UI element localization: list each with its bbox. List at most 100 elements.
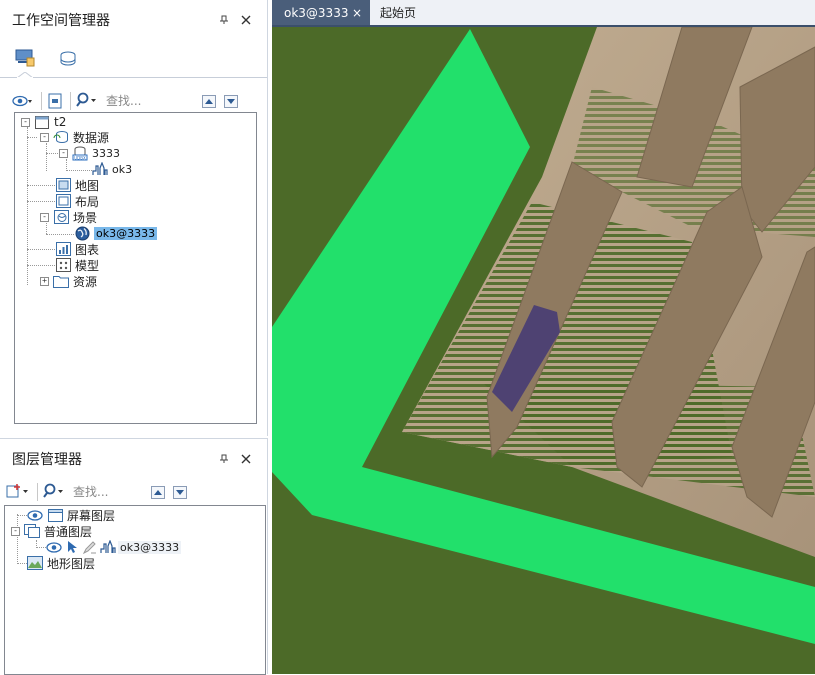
tree-node-label: 地形图层 bbox=[47, 556, 96, 571]
visible-eye-icon[interactable] bbox=[27, 507, 43, 523]
toolbar-separator bbox=[70, 92, 71, 110]
collapse-toggle[interactable]: - bbox=[40, 132, 49, 142]
workspace-panel-header: 工作空间管理器 bbox=[0, 0, 267, 40]
layouts-icon bbox=[55, 193, 71, 209]
search-previous-button[interactable] bbox=[151, 485, 165, 499]
toolbar-separator bbox=[37, 483, 38, 501]
tree-line bbox=[27, 185, 55, 186]
selectable-icon[interactable] bbox=[64, 539, 80, 555]
tree-node-datasources[interactable]: - 数据源 bbox=[40, 129, 109, 145]
tree-node-layouts[interactable]: 布局 bbox=[55, 193, 99, 209]
layer-manager-panel: 图层管理器 屏幕图层 bbox=[0, 438, 268, 675]
tree-node-label: 资源 bbox=[73, 274, 98, 289]
tree-node-dataset-ok3[interactable]: ok3 bbox=[92, 161, 132, 177]
layer-tree: 屏幕图层 - 普通图层 ok3@3333 地形图层 bbox=[4, 505, 266, 675]
search-next-button[interactable] bbox=[173, 485, 187, 499]
triangle-down-icon bbox=[176, 489, 184, 495]
tree-node-models[interactable]: 模型 bbox=[55, 257, 99, 273]
tree-line bbox=[46, 143, 47, 171]
search-icon bbox=[76, 92, 98, 111]
editable-icon[interactable] bbox=[82, 539, 98, 555]
search-dropdown-button[interactable] bbox=[43, 482, 65, 502]
layer-node-ok3[interactable]: ok3@3333 bbox=[46, 539, 182, 555]
search-next-button[interactable] bbox=[224, 94, 238, 108]
layer-search-input[interactable] bbox=[73, 482, 151, 502]
tree-node-resources[interactable]: + 资源 bbox=[40, 273, 97, 289]
screen-layer-icon bbox=[47, 507, 63, 523]
maps-icon bbox=[55, 177, 71, 193]
tree-node-label: 布局 bbox=[75, 194, 100, 209]
close-icon[interactable] bbox=[237, 11, 255, 29]
toolbar-separator bbox=[41, 92, 42, 110]
tree-node-label: 图表 bbox=[75, 242, 100, 257]
tree-node-datasource-3333[interactable]: - UDBX 3333 bbox=[59, 145, 120, 161]
workspace-icon bbox=[34, 114, 50, 130]
tree-line bbox=[27, 137, 37, 138]
triangle-down-icon bbox=[227, 98, 235, 104]
pin-icon[interactable] bbox=[215, 450, 233, 468]
tab-scene-ok3[interactable]: ok3@3333 × bbox=[272, 0, 370, 25]
tree-line bbox=[27, 201, 55, 202]
tree-node-label: 屏幕图层 bbox=[67, 508, 116, 523]
search-previous-button[interactable] bbox=[202, 94, 216, 108]
tab-start-page[interactable]: 起始页 bbox=[370, 0, 426, 25]
search-icon bbox=[43, 483, 65, 502]
layer-node-screen[interactable]: 屏幕图层 bbox=[27, 507, 115, 523]
tree-line bbox=[36, 547, 46, 548]
tree-line bbox=[27, 265, 55, 266]
tree-node-charts[interactable]: 图表 bbox=[55, 241, 99, 257]
tree-node-label: ok3@3333 bbox=[118, 540, 182, 554]
tree-node-label: 数据源 bbox=[73, 130, 110, 145]
globe-icon bbox=[74, 225, 90, 241]
charts-icon bbox=[55, 241, 71, 257]
tree-line bbox=[27, 127, 28, 285]
search-input[interactable] bbox=[106, 91, 196, 111]
datasources-icon bbox=[53, 129, 69, 145]
workspace-tree: - t2 - 数据源 - UDBX 3333 ok3 地图 布局 - 场景 ok… bbox=[14, 112, 257, 424]
collapse-toggle[interactable]: - bbox=[21, 117, 30, 127]
tree-node-scene-ok3[interactable]: ok3@3333 bbox=[74, 225, 158, 241]
workspace-toolbar bbox=[0, 88, 254, 114]
terrain-layer-icon bbox=[27, 555, 43, 571]
collapse-toggle[interactable]: - bbox=[59, 148, 68, 158]
collapse-toggle[interactable]: - bbox=[40, 212, 49, 222]
triangle-up-icon bbox=[154, 489, 162, 495]
tree-node-label: 模型 bbox=[75, 258, 100, 273]
tree-node-maps[interactable]: 地图 bbox=[55, 177, 99, 193]
add-layer-button[interactable] bbox=[6, 482, 30, 502]
tree-node-label: 场景 bbox=[73, 210, 98, 225]
search-dropdown-button[interactable] bbox=[76, 91, 98, 111]
pin-icon[interactable] bbox=[215, 11, 233, 29]
view-mode-button[interactable] bbox=[12, 91, 34, 111]
tree-node-label: 普通图层 bbox=[44, 524, 93, 539]
tab-label: ok3@3333 bbox=[284, 5, 349, 20]
tree-node-label: 3333 bbox=[92, 146, 120, 160]
visible-eye-icon[interactable] bbox=[46, 539, 62, 555]
dataset-model-icon bbox=[92, 161, 108, 177]
tree-line bbox=[46, 234, 74, 235]
layer-node-normal-layers[interactable]: - 普通图层 bbox=[11, 523, 92, 539]
tree-line bbox=[66, 170, 92, 171]
tree-node-label: 地图 bbox=[75, 178, 100, 193]
tree-line bbox=[17, 514, 18, 564]
workspace-manager-panel: 工作空间管理器 查找... - t2 - 数据源 - UDBX 3333 ok3… bbox=[0, 0, 268, 436]
normal-layers-icon bbox=[24, 523, 40, 539]
layer-panel-header: 图层管理器 bbox=[0, 439, 267, 479]
scene-render[interactable] bbox=[272, 27, 815, 674]
close-icon[interactable] bbox=[237, 450, 255, 468]
collapse-toggle[interactable]: - bbox=[11, 526, 20, 536]
expand-toggle[interactable]: + bbox=[40, 276, 49, 286]
add-layer-icon bbox=[6, 483, 30, 502]
model-layer-icon bbox=[100, 539, 116, 555]
locate-button[interactable] bbox=[47, 91, 63, 111]
close-tab-icon[interactable]: × bbox=[352, 6, 362, 20]
tree-line bbox=[27, 249, 55, 250]
tree-node-label: ok3 bbox=[112, 162, 133, 176]
workspace-tabs bbox=[0, 40, 267, 78]
tree-node-scenes[interactable]: - 场景 bbox=[40, 209, 97, 225]
datasource-tab[interactable] bbox=[54, 43, 84, 77]
scene-viewport[interactable] bbox=[272, 27, 815, 674]
tree-node-workspace[interactable]: - t2 bbox=[21, 114, 66, 130]
layer-node-terrain[interactable]: 地形图层 bbox=[27, 555, 95, 571]
datasource-cylinder-icon bbox=[58, 50, 80, 71]
